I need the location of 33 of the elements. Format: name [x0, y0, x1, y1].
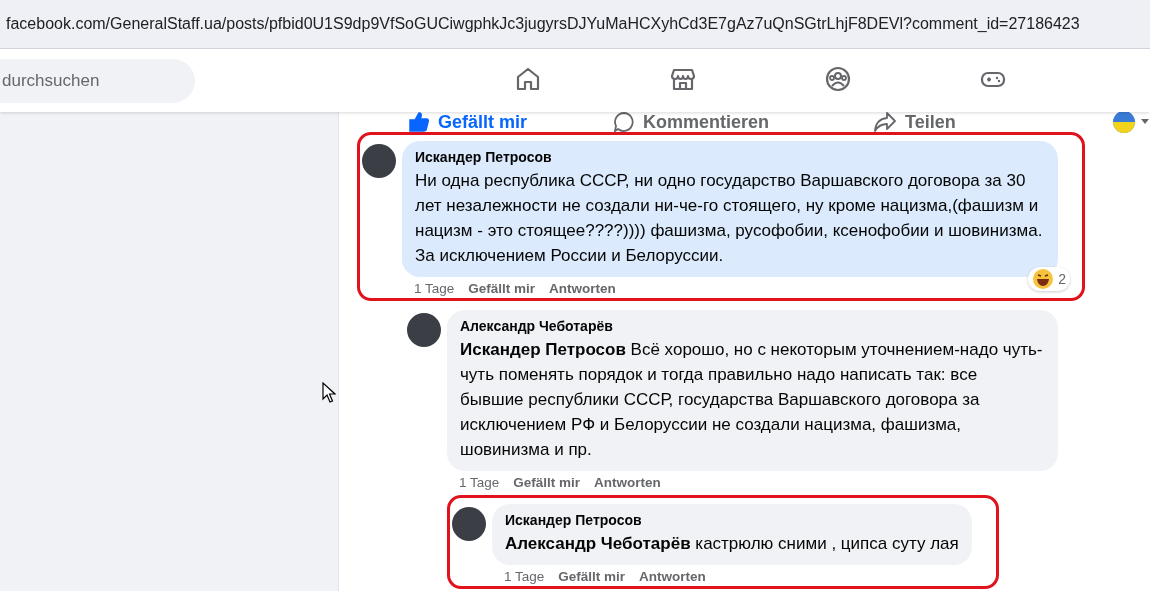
avatar[interactable]	[452, 507, 486, 541]
url-text: facebook.com/GeneralStaff.ua/posts/pfbid0U1S9dp9VfSoGUCiwgphkJc3jugyrsDJYuMaHCXyhCd3E7gAz7uQnSGtrLhjF8DEVl?comment_id=27186423	[6, 15, 1080, 33]
reply-link[interactable]: Antworten	[594, 475, 661, 490]
comment-text: Ни одна республика СССР, ни одно государство Варшавского договора за 30 лет незалежности не создали ни-че-го стоящего, ну кроме нацизма,(фашизм и нацизм - это стоящее????)))) фашизма, русофобии, ксенофобии и шовинизма. За исключением России и Белоруссии.	[415, 170, 1044, 267]
mouse-cursor-icon	[322, 382, 336, 404]
people-icon	[823, 65, 852, 93]
reaction-count[interactable]: 2	[1028, 267, 1070, 291]
comment-age: 1 Tage	[414, 281, 455, 296]
action-button[interactable]: Kommentieren	[607, 111, 867, 133]
search-field[interactable]: durchsuchen	[0, 58, 195, 103]
laughing-emoji-icon	[1032, 268, 1055, 290]
like-link[interactable]: Gefällt mir	[558, 569, 626, 584]
thumbs-up-icon	[408, 111, 430, 133]
comment-author[interactable]: Искандер Петросов	[415, 149, 1045, 165]
comment-text: Александр Чеботарёв кастрюлю сними , ципса суту лая	[505, 533, 959, 555]
avatar-icon	[1112, 110, 1136, 134]
reply-link[interactable]: Antworten	[639, 569, 706, 584]
avatar[interactable]	[407, 313, 441, 347]
action-button[interactable]: Teilen	[867, 111, 967, 133]
speech-bubble-icon	[613, 111, 635, 133]
comment-age: 1 Tage	[504, 569, 545, 584]
share-arrow-icon	[873, 111, 897, 133]
avatar[interactable]	[362, 144, 396, 178]
caret-icon	[1140, 118, 1150, 126]
profile-selector[interactable]	[1112, 110, 1150, 134]
action-button[interactable]: Gefällt mir	[402, 111, 607, 133]
comment-author[interactable]: Александр Чеботарёв	[460, 318, 1045, 334]
reply-link[interactable]: Antworten	[549, 281, 616, 296]
comment-age: 1 Tage	[459, 475, 500, 490]
comment-author[interactable]: Искандер Петросов	[505, 512, 959, 528]
comment-text: Искандер Петросов Всё хорошо, но с некоторым уточнением-надо чуть-чуть поменять порядок и тогда правильно надо написать так: все бывшие республики СССР, государства Варшавского договора за исключением РФ и Белоруссии не создали нацизма, фашизма, шовинизма и пр.	[460, 339, 1044, 461]
like-link[interactable]: Gefällt mir	[513, 475, 581, 490]
like-link[interactable]: Gefällt mir	[468, 281, 536, 296]
